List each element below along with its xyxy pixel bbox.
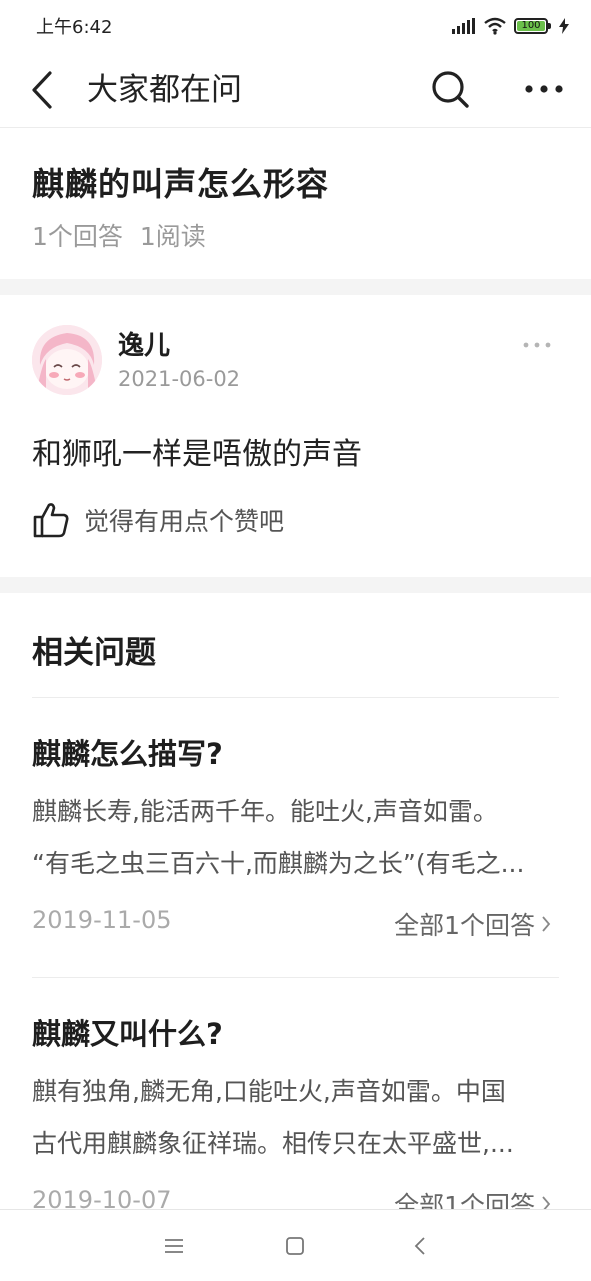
back-icon [32, 71, 52, 109]
wifi-icon [484, 17, 506, 35]
menu-icon [165, 1239, 183, 1253]
system-nav-bar [0, 1209, 591, 1281]
more-icon [523, 342, 551, 348]
related-question-excerpt[interactable]: “有毛之虫三百六十,而麒麟为之长”(有毛之... [32, 842, 559, 886]
answer-more-button[interactable] [520, 335, 554, 355]
answer-count: 1个回答 [32, 222, 123, 251]
answer-card: 逸儿 2021-06-02 和狮吼一样是唔傲的声音 觉得有用点个赞吧 [0, 295, 591, 577]
question-meta: 1个回答 1阅读 [32, 217, 206, 253]
author-name[interactable]: 逸儿 [118, 325, 170, 362]
chevron-right-icon [542, 916, 551, 932]
back-nav-button[interactable] [405, 1232, 435, 1260]
charging-icon [559, 18, 569, 34]
question-title: 麒麟的叫声怎么形容 [32, 165, 330, 203]
search-icon [432, 71, 469, 108]
related-question-excerpt[interactable]: 古代用麒麟象征祥瑞。相传只在太平盛世,... [32, 1122, 559, 1166]
status-time: 上午6:42 [36, 17, 113, 38]
related-question-title[interactable]: 麒麟怎么描写? [32, 731, 223, 773]
recent-apps-button[interactable] [159, 1232, 189, 1260]
all-answers-label: 全部1个回答 [394, 911, 535, 940]
all-answers-link[interactable]: 全部1个回答 [394, 906, 551, 942]
related-question-date: 2019-11-05 [32, 906, 172, 934]
battery-level: 100 [521, 20, 541, 31]
divider [32, 697, 559, 698]
status-bar: 上午6:42 100 [0, 0, 591, 52]
like-label: 觉得有用点个赞吧 [84, 507, 285, 536]
answer-date: 2021-06-02 [118, 367, 241, 391]
avatar[interactable] [32, 325, 102, 395]
divider [32, 977, 559, 978]
back-nav-icon [414, 1237, 425, 1255]
search-button[interactable] [426, 64, 474, 114]
related-question-excerpt[interactable]: 麒麟长寿,能活两千年。能吐火,声音如雷。 [32, 790, 559, 834]
related-heading: 相关问题 [32, 635, 156, 671]
battery-icon: 100 [514, 18, 551, 34]
read-count: 1阅读 [139, 222, 206, 251]
back-button[interactable] [22, 66, 62, 114]
section-divider [0, 279, 591, 295]
more-icon [525, 85, 563, 93]
app-header: 大家都在问 [0, 52, 591, 128]
related-question-excerpt[interactable]: 麒有独角,麟无角,口能吐火,声音如雷。中国 [32, 1070, 559, 1114]
home-icon [286, 1237, 304, 1255]
thumbs-up-icon [33, 503, 69, 538]
related-question-title[interactable]: 麒麟又叫什么? [32, 1011, 223, 1053]
home-button[interactable] [280, 1232, 310, 1260]
answer-text: 和狮吼一样是唔傲的声音 [32, 437, 362, 472]
page-title: 大家都在问 [87, 72, 242, 108]
more-button[interactable] [518, 64, 570, 114]
question-section: 麒麟的叫声怎么形容 1个回答 1阅读 [0, 129, 591, 279]
related-questions-section: 相关问题 麒麟怎么描写? 麒麟长寿,能活两千年。能吐火,声音如雷。 “有毛之虫三… [0, 593, 591, 1220]
status-icons: 100 [452, 17, 569, 35]
like-button[interactable]: 觉得有用点个赞吧 [32, 501, 284, 539]
signal-icon [452, 18, 475, 34]
section-divider [0, 577, 591, 593]
